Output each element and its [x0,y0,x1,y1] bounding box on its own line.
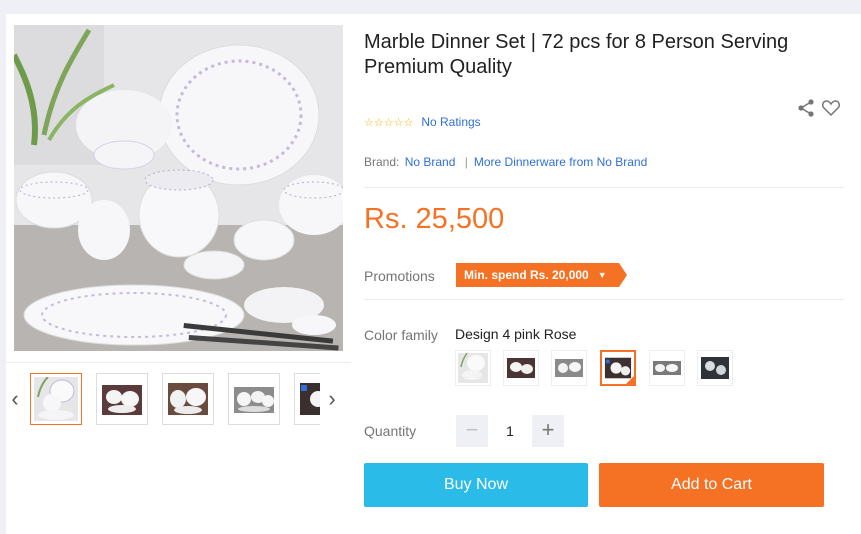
color-swatch-6[interactable] [697,350,733,386]
quantity-decrease-button[interactable]: − [456,415,488,447]
caret-down-icon: ▼ [597,270,607,280]
brand-link[interactable]: No Brand [405,155,456,169]
product-title: Marble Dinner Set | 72 pcs for 8 Person … [364,31,789,78]
share-icon[interactable] [796,98,816,118]
quantity-increase-button[interactable]: + [532,415,564,447]
product-detail-card: ‹ › Marble Dinner Set | 72 pcs for 8 Per… [6,14,861,534]
main-product-image[interactable] [14,25,343,351]
brand-separator: | [464,155,468,169]
heart-icon[interactable] [821,98,841,118]
brand-row: Brand: No Brand | More Dinnerware from No… [364,155,647,169]
rating-row: ☆☆☆☆☆ No Ratings [364,114,481,130]
gallery-divider [6,362,351,363]
brand-label: Brand: [364,155,400,169]
color-swatch-5[interactable] [649,350,685,386]
promotions-label: Promotions [364,268,435,284]
thumbnail-3[interactable] [162,373,214,425]
thumbnail-window [30,372,320,426]
divider [364,187,844,188]
thumbnail-2[interactable] [96,373,148,425]
color-swatch-1[interactable] [455,350,491,386]
promotion-tag[interactable]: Min. spend Rs. 20,000 ▼ [456,263,627,287]
chevron-left-icon[interactable]: ‹ [8,388,22,410]
divider [364,299,844,300]
thumbnail-4[interactable] [228,373,280,425]
add-to-cart-button[interactable]: Add to Cart [599,463,824,507]
rating-stars: ☆☆☆☆☆ [364,116,414,129]
buy-now-button[interactable]: Buy Now [364,463,588,507]
thumbnail-strip: ‹ › [6,372,351,428]
selected-color-name: Design 4 pink Rose [455,326,577,342]
color-swatch-2[interactable] [503,350,539,386]
thumbnail-1[interactable] [30,373,82,425]
quantity-input[interactable] [494,415,526,447]
thumbnail-5[interactable] [294,373,320,425]
color-swatch-4[interactable] [600,350,636,386]
product-price: Rs. 25,500 [364,203,505,235]
color-swatch-3[interactable] [551,350,587,386]
color-family-label: Color family [364,327,438,343]
promotion-text: Min. spend Rs. 20,000 [464,268,589,282]
chevron-right-icon[interactable]: › [325,388,339,410]
quantity-label: Quantity [364,423,417,439]
ratings-link[interactable]: No Ratings [421,115,480,129]
more-from-brand-link[interactable]: More Dinnerware from No Brand [474,155,647,169]
